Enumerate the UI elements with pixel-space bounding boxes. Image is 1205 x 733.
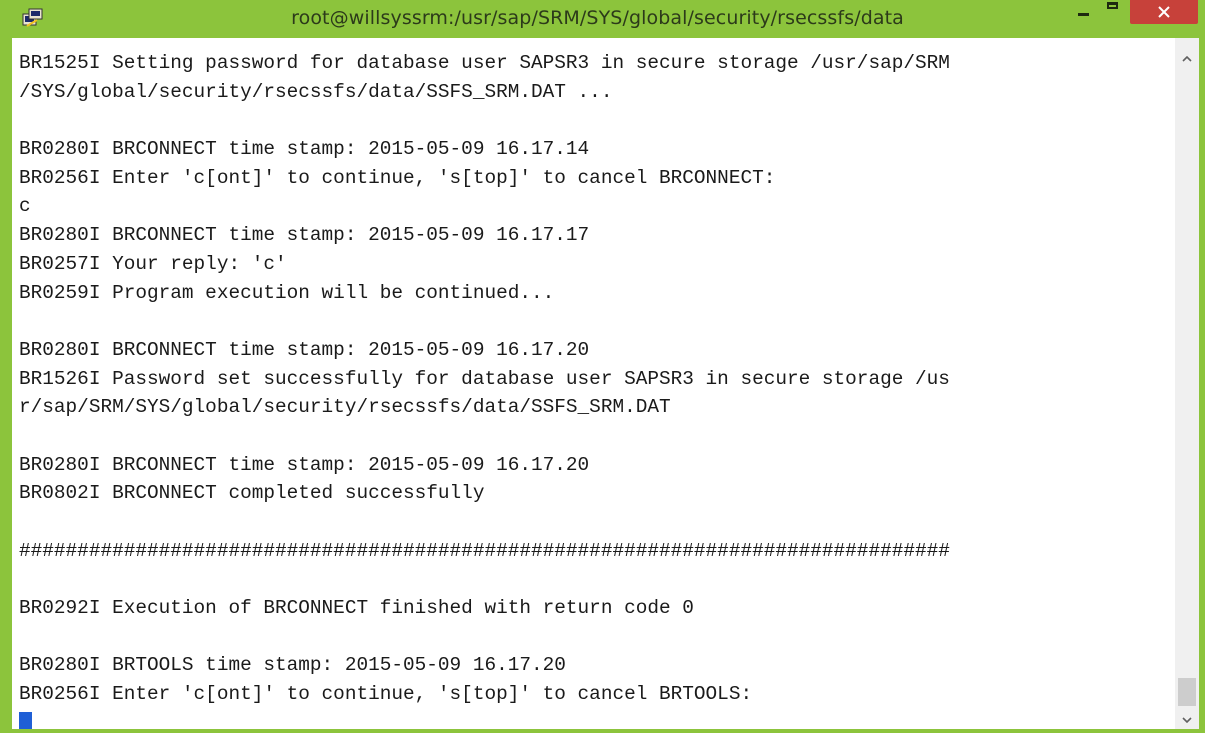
close-button[interactable] <box>1130 0 1198 24</box>
prompt-line[interactable] <box>19 709 950 729</box>
terminal-line: BR0259I Program execution will be contin… <box>19 281 555 304</box>
title-bar[interactable]: root@willsyssrm:/usr/sap/SRM/SYS/global/… <box>0 0 1205 38</box>
terminal-line: BR0280I BRCONNECT time stamp: 2015-05-09… <box>19 453 590 476</box>
terminal-line: /SYS/global/security/rsecssfs/data/SSFS_… <box>19 80 613 103</box>
scroll-up-button[interactable] <box>1175 48 1199 72</box>
minimize-button[interactable] <box>1070 0 1098 24</box>
window-title: root@willsyssrm:/usr/sap/SRM/SYS/global/… <box>291 7 904 29</box>
terminal-line: BR0280I BRCONNECT time stamp: 2015-05-09… <box>19 338 590 361</box>
scroll-thumb[interactable] <box>1178 678 1196 706</box>
terminal-line: BR1526I Password set successfully for da… <box>19 367 950 390</box>
terminal-line: BR0280I BRCONNECT time stamp: 2015-05-09… <box>19 138 590 161</box>
chevron-down-icon <box>1182 717 1192 723</box>
terminal-line: BR0257I Your reply: 'c' <box>19 252 287 275</box>
terminal-line: BR0292I Execution of BRCONNECT finished … <box>19 597 694 620</box>
close-icon <box>1158 6 1170 18</box>
terminal-line: BR0256I Enter 'c[ont]' to continue, 's[t… <box>19 166 776 189</box>
scroll-down-button[interactable] <box>1175 709 1199 733</box>
terminal-line: BR0256I Enter 'c[ont]' to continue, 's[t… <box>19 683 753 706</box>
text-cursor <box>19 711 32 729</box>
vertical-scrollbar[interactable] <box>1175 38 1199 729</box>
terminal-output[interactable]: BR1525I Setting password for database us… <box>12 38 1175 729</box>
terminal-line: BR0280I BRCONNECT time stamp: 2015-05-09… <box>19 224 590 247</box>
terminal-line: c <box>19 195 31 218</box>
terminal-line: BR1525I Setting password for database us… <box>19 52 950 74</box>
terminal-window: root@willsyssrm:/usr/sap/SRM/SYS/global/… <box>0 0 1205 729</box>
maximize-button[interactable] <box>1100 0 1128 24</box>
terminal-text: BR1525I Setting password for database us… <box>19 49 950 729</box>
terminal-line: r/sap/SRM/SYS/global/security/rsecssfs/d… <box>19 396 671 419</box>
chevron-up-icon <box>1182 56 1192 62</box>
terminal-line: BR0280I BRTOOLS time stamp: 2015-05-09 1… <box>19 654 566 677</box>
terminal-line: ########################################… <box>19 539 950 562</box>
terminal-line: BR0802I BRCONNECT completed successfully <box>19 482 485 505</box>
